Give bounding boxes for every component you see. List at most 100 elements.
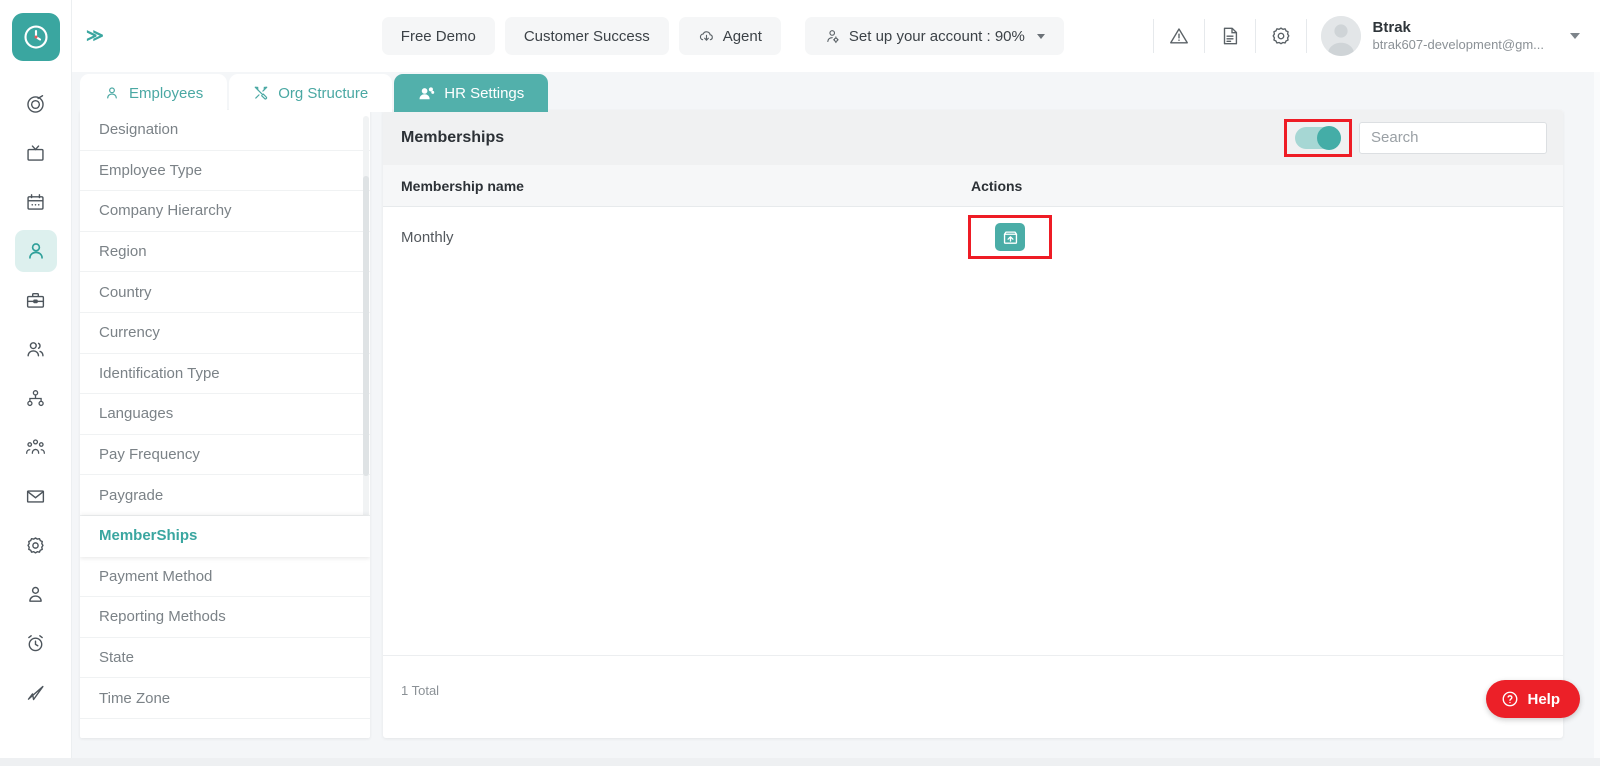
sidebar-item-time-zone[interactable]: Time Zone <box>80 678 370 719</box>
help-button-label: Help <box>1527 690 1560 708</box>
rail-item-attendance[interactable] <box>15 622 57 664</box>
rail-item-jobs[interactable] <box>15 279 57 321</box>
sidebar-item-memberships[interactable]: MemberShips <box>80 515 370 557</box>
sidebar-item-reporting-methods[interactable]: Reporting Methods <box>80 597 370 638</box>
free-demo-label: Free Demo <box>400 27 476 45</box>
bottom-strip <box>0 758 1600 766</box>
sidebar-item-employee-type[interactable]: Employee Type <box>80 151 370 192</box>
tab-hr-settings[interactable]: HR Settings <box>394 74 549 112</box>
alerts-button[interactable] <box>1154 14 1204 58</box>
sidebar-item-designation[interactable]: Designation <box>80 110 370 151</box>
rail-item-groups[interactable] <box>15 426 57 468</box>
rail-item-mail[interactable] <box>15 475 57 517</box>
sidebar-item-label: Languages <box>99 405 174 423</box>
rail-item-employees[interactable] <box>14 230 57 272</box>
sidebar-item-pay-frequency[interactable]: Pay Frequency <box>80 435 370 476</box>
rail-item-profile[interactable] <box>15 573 57 615</box>
sidebar-scrollbar[interactable] <box>363 116 369 536</box>
user-menu-chevron-down-icon[interactable] <box>1570 33 1580 39</box>
sidebar-item-label: Pay Frequency <box>99 446 200 464</box>
sidebar-item-identification-type[interactable]: Identification Type <box>80 354 370 395</box>
sidebar-item-label: Reporting Methods <box>99 608 226 626</box>
memberships-panel: Memberships Membership name Actions Mont… <box>383 110 1563 738</box>
alarm-clock-icon <box>25 633 46 654</box>
gear-icon <box>1270 25 1292 47</box>
tv-icon <box>25 143 46 164</box>
sidebar-item-label: Country <box>99 283 152 301</box>
user-email: btrak607-development@gm... <box>1372 37 1544 53</box>
help-button[interactable]: Help <box>1486 680 1580 718</box>
topbar-center-actions: Free Demo Customer Success Agent Set up … <box>381 17 1064 55</box>
toggle-knob <box>1317 125 1341 150</box>
user-icon <box>25 240 47 262</box>
agent-button[interactable]: Agent <box>678 17 781 55</box>
sidebar-item-label: Designation <box>99 121 179 139</box>
chevron-down-icon <box>1036 33 1045 39</box>
app-logo[interactable] <box>11 13 60 61</box>
hr-settings-sidebar: Designation Employee Type Company Hierarch… <box>80 110 370 738</box>
tab-org-structure[interactable]: Org Structure <box>229 74 393 112</box>
sidebar-item-label: Employee Type <box>99 161 203 179</box>
tab-employees-label: Employees <box>129 84 204 102</box>
sidebar-item-company-hierarchy[interactable]: Company Hierarchy <box>80 191 370 232</box>
account-setup-button[interactable]: Set up your account : 90% <box>804 17 1064 55</box>
app-root: ≫ Free Demo Customer Success Agent Set u… <box>0 0 1600 766</box>
tools-icon <box>253 85 269 101</box>
people-settings-icon <box>418 85 435 102</box>
table-body: Monthly <box>383 207 1563 655</box>
rail-item-teams[interactable] <box>15 328 57 370</box>
sidebar-item-label: Payment Method <box>99 567 213 585</box>
rail-item-settings[interactable] <box>15 524 57 566</box>
user-info[interactable]: Btrak btrak607-development@gm... <box>1373 19 1544 54</box>
page-title: Memberships <box>401 128 505 146</box>
panel-header-controls <box>1284 118 1547 157</box>
sidebar-item-label: Paygrade <box>99 486 164 504</box>
sidebar-item-label: Company Hierarchy <box>99 202 232 220</box>
briefcase-icon <box>25 290 46 311</box>
customer-success-button[interactable]: Customer Success <box>504 17 669 55</box>
total-count-label: 1 Total <box>401 683 440 698</box>
rail-item-announcements[interactable] <box>15 132 57 174</box>
tab-employees[interactable]: Employees <box>80 74 228 112</box>
warning-icon <box>1168 25 1190 47</box>
org-chart-icon <box>25 388 46 409</box>
free-demo-button[interactable]: Free Demo <box>381 17 495 55</box>
send-icon <box>25 682 46 703</box>
agent-label: Agent <box>722 27 762 45</box>
sidebar-item-region[interactable]: Region <box>80 232 370 273</box>
sidebar-item-payment-method[interactable]: Payment Method <box>80 557 370 598</box>
sidebar-item-languages[interactable]: Languages <box>80 394 370 435</box>
rail-item-send[interactable] <box>15 671 57 713</box>
archive-toggle[interactable] <box>1295 125 1341 150</box>
search-input[interactable] <box>1359 121 1547 154</box>
sidebar-item-state[interactable]: State <box>80 638 370 679</box>
cell-membership-name: Monthly <box>401 228 454 246</box>
gear-icon <box>25 535 46 556</box>
user-icon <box>104 85 120 101</box>
rail-item-list <box>14 83 57 713</box>
restore-button[interactable] <box>995 223 1025 251</box>
clock-logo-icon <box>21 22 51 52</box>
sidebar-expand-icon[interactable]: ≫ <box>86 26 104 46</box>
restore-upload-icon <box>1002 229 1019 246</box>
left-icon-rail <box>0 0 72 766</box>
settings-button[interactable] <box>1256 14 1306 58</box>
restore-action-highlight <box>968 215 1052 259</box>
panel-header: Memberships <box>383 110 1563 165</box>
sidebar-scrollbar-thumb[interactable] <box>363 176 369 476</box>
people-group-icon <box>25 437 46 458</box>
page-scrollbar[interactable] <box>1594 72 1600 766</box>
documents-button[interactable] <box>1205 14 1255 58</box>
avatar[interactable] <box>1320 16 1361 56</box>
sidebar-item-label: Identification Type <box>99 364 220 382</box>
rail-item-calendar[interactable] <box>15 181 57 223</box>
sidebar-item-currency[interactable]: Currency <box>80 313 370 354</box>
users-icon <box>25 339 46 360</box>
sidebar-item-label: MemberShips <box>99 527 198 545</box>
rail-item-dashboard[interactable] <box>15 83 57 125</box>
table-header-row: Membership name Actions <box>383 165 1563 207</box>
sidebar-item-paygrade[interactable]: Paygrade <box>80 475 370 516</box>
sidebar-item-country[interactable]: Country <box>80 272 370 313</box>
rail-item-org[interactable] <box>15 377 57 419</box>
column-header-actions: Actions <box>971 177 1023 194</box>
